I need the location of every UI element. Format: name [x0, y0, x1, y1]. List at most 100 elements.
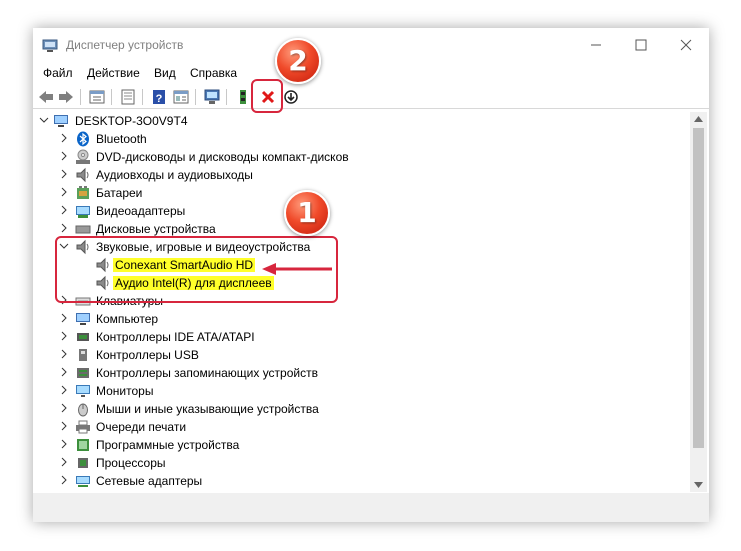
storage-controller-icon — [77, 368, 89, 378]
tree-item-label: Процессоры — [96, 456, 166, 470]
tree-item-dvd[interactable]: DVD-дисководы и дисководы компакт-дисков — [33, 148, 689, 166]
maximize-icon[interactable] — [633, 38, 649, 52]
tree-item-print-queues[interactable]: Очереди печати — [33, 418, 689, 436]
chevron-right-icon[interactable] — [59, 403, 69, 413]
tree-item-mice[interactable]: Мыши и иные указывающие устройства — [33, 400, 689, 418]
chevron-right-icon[interactable] — [59, 421, 69, 431]
toolbar-separator — [142, 89, 143, 105]
chevron-right-icon[interactable] — [59, 187, 69, 197]
tree-item-network-adapters[interactable]: Сетевые адаптеры — [33, 472, 689, 490]
tree-item-batteries[interactable]: Батареи — [33, 184, 689, 202]
tree-item-ide[interactable]: Контроллеры IDE ATA/ATAPI — [33, 328, 689, 346]
tree-item-usb[interactable]: Контроллеры USB — [33, 346, 689, 364]
chevron-right-icon[interactable] — [59, 151, 69, 161]
tree-item-label: Очереди печати — [96, 420, 187, 434]
tree-item-processors[interactable]: Процессоры — [33, 454, 689, 472]
device-manager-icon — [42, 39, 58, 52]
chevron-right-icon[interactable] — [59, 223, 69, 233]
toolbar-separator — [226, 89, 227, 105]
display-adapter-icon — [76, 206, 90, 218]
title-bar: Диспетчер устройств — [33, 28, 709, 62]
menu-action[interactable]: Действие — [87, 66, 140, 80]
software-device-icon — [77, 439, 89, 451]
chevron-right-icon[interactable] — [59, 205, 69, 215]
ide-controller-icon — [77, 333, 89, 341]
battery-icon — [77, 186, 89, 199]
computer-icon — [54, 115, 68, 127]
help-icon[interactable]: ? — [150, 88, 168, 106]
annotation-badge-2: 2 — [275, 38, 321, 84]
menu-file[interactable]: Файл — [43, 66, 73, 80]
chevron-right-icon[interactable] — [59, 367, 69, 377]
tree-item-label: Аудиовходы и аудиовыходы — [96, 168, 253, 182]
scroll-up-icon[interactable] — [694, 116, 703, 122]
properties-sheet-icon[interactable] — [172, 88, 190, 106]
tree-item-label: Батареи — [96, 186, 143, 200]
tree-root-label: DESKTOP-3O0V9T4 — [75, 114, 188, 128]
toolbar-separator — [111, 89, 112, 105]
chevron-right-icon[interactable] — [59, 133, 69, 143]
download-driver-icon[interactable] — [282, 88, 300, 106]
close-icon[interactable] — [678, 38, 694, 52]
properties-icon[interactable] — [88, 88, 106, 106]
scrollbar-thumb[interactable] — [693, 128, 704, 448]
tree-item-label: DVD-дисководы и дисководы компакт-дисков — [96, 150, 349, 164]
network-adapter-icon — [76, 476, 90, 487]
chevron-right-icon[interactable] — [59, 313, 69, 323]
tree-item-computer[interactable]: Компьютер — [33, 310, 689, 328]
chevron-right-icon[interactable] — [59, 169, 69, 179]
tree-item-label: Контроллеры запоминающих устройств — [96, 366, 318, 380]
annotation-highlight-uninstall — [251, 79, 283, 113]
printer-icon — [76, 420, 90, 434]
chevron-right-icon[interactable] — [59, 331, 69, 341]
horizontal-scrollbar[interactable] — [33, 493, 709, 510]
tree-item-bluetooth[interactable]: Bluetooth — [33, 130, 689, 148]
tree-item-label: Контроллеры USB — [96, 348, 199, 362]
vertical-scrollbar[interactable] — [690, 112, 707, 492]
status-bar — [33, 510, 709, 522]
menu-bar: Файл Действие Вид Справка — [33, 62, 709, 84]
disk-drive-icon — [75, 225, 91, 234]
tree-item-label: Мониторы — [96, 384, 154, 398]
processor-icon — [78, 458, 88, 468]
tree-item-label: Контроллеры IDE ATA/ATAPI — [96, 330, 255, 344]
usb-controller-icon — [79, 349, 87, 361]
tree-item-label: Компьютер — [96, 312, 159, 326]
toolbar-separator — [80, 89, 81, 105]
chevron-right-icon[interactable] — [59, 457, 69, 467]
toolbar-separator — [195, 89, 196, 105]
scroll-down-icon[interactable] — [694, 482, 703, 488]
chevron-right-icon[interactable] — [59, 349, 69, 359]
tree-item-label: Сетевые адаптеры — [96, 474, 203, 488]
tree-item-audio-io[interactable]: Аудиовходы и аудиовыходы — [33, 166, 689, 184]
menu-view[interactable]: Вид — [154, 66, 176, 80]
tree-item-monitors[interactable]: Мониторы — [33, 382, 689, 400]
tree-item-label: Мыши и иные указывающие устройства — [96, 402, 319, 416]
chevron-right-icon[interactable] — [59, 385, 69, 395]
show-hidden-icon[interactable] — [119, 88, 137, 106]
toolbar: ? — [33, 86, 709, 109]
tree-item-label: Дисковые устройства — [96, 222, 216, 236]
update-driver-icon[interactable] — [234, 88, 252, 106]
tree-item-label: Bluetooth — [96, 132, 147, 146]
monitor-icon — [76, 385, 90, 397]
back-icon[interactable] — [37, 88, 55, 106]
minimize-icon[interactable] — [588, 38, 604, 52]
tree-item-label: Видеоадаптеры — [96, 204, 186, 218]
annotation-badge-1: 1 — [284, 190, 330, 236]
menu-help[interactable]: Справка — [190, 66, 237, 80]
chevron-right-icon[interactable] — [59, 475, 69, 485]
chevron-right-icon[interactable] — [59, 439, 69, 449]
tree-root[interactable]: DESKTOP-3O0V9T4 — [33, 112, 689, 130]
tree-item-display-adapters[interactable]: Видеоадаптеры — [33, 202, 689, 220]
chevron-down-icon[interactable] — [39, 115, 49, 125]
scan-hardware-icon[interactable] — [203, 88, 221, 106]
mouse-icon — [78, 403, 88, 417]
tree-item-storage-controllers[interactable]: Контроллеры запоминающих устройств — [33, 364, 689, 382]
speaker-icon — [76, 167, 89, 183]
window-title: Диспетчер устройств — [66, 38, 184, 52]
bluetooth-icon — [77, 131, 89, 147]
tree-item-software-devices[interactable]: Программные устройства — [33, 436, 689, 454]
forward-icon[interactable] — [57, 88, 75, 106]
tree-item-label: Программные устройства — [96, 438, 240, 452]
